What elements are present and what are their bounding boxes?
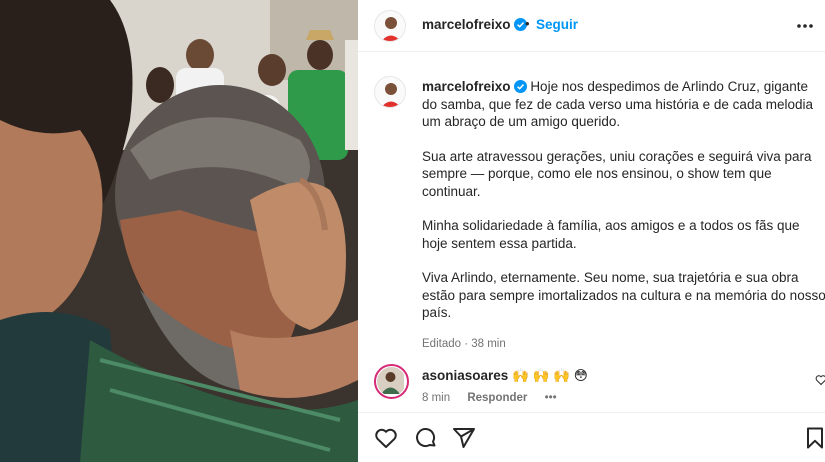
caption-text-3: Minha solidariedade à família, aos amigo…: [422, 218, 800, 251]
post-header: marcelofreixo • Seguir: [358, 0, 825, 52]
follow-button[interactable]: Seguir: [536, 17, 578, 32]
comment-line: asoniasoares 🙌 🙌 🙌 😳: [422, 368, 588, 384]
more-options-icon[interactable]: [795, 17, 815, 35]
header-separator: •: [525, 16, 530, 31]
caption-body: marcelofreixo Hoje nos despedimos de Arl…: [422, 78, 825, 353]
post-side-panel: marcelofreixo • Seguir marcelofreixo Hoj…: [358, 0, 825, 462]
comment-time: 8 min: [422, 392, 451, 404]
author-username[interactable]: marcelofreixo: [422, 17, 527, 32]
bookmark-icon[interactable]: [803, 426, 825, 450]
author-avatar[interactable]: [374, 10, 406, 42]
heart-icon[interactable]: [374, 426, 398, 450]
caption-text-4: Viva Arlindo, eternamente. Seu nome, sua…: [422, 270, 825, 320]
comment-icon[interactable]: [414, 426, 438, 450]
post-action-bar: [358, 412, 825, 462]
comment-like-icon[interactable]: [815, 374, 825, 386]
author-username-text[interactable]: marcelofreixo: [422, 17, 511, 32]
comment-text: 🙌 🙌 🙌 😳: [512, 368, 588, 383]
caption-text-2: Sua arte atravessou gerações, uniu coraç…: [422, 148, 812, 199]
reply-button[interactable]: Responder: [467, 392, 527, 404]
post-photo[interactable]: [0, 0, 358, 462]
comment-more-button[interactable]: •••: [545, 392, 557, 404]
share-icon[interactable]: [452, 426, 476, 450]
caption-paragraph: marcelofreixo Hoje nos despedimos de Arl…: [422, 78, 825, 131]
caption-username[interactable]: marcelofreixo: [422, 79, 511, 94]
caption-meta: Editado · 38 min: [422, 337, 506, 350]
commenter-avatar[interactable]: [374, 364, 409, 399]
comment-meta: 8 min Responder •••: [422, 392, 571, 404]
photo-illustration: [0, 0, 358, 462]
commenter-username[interactable]: asoniasoares: [422, 368, 508, 383]
verified-badge-icon: [513, 80, 527, 93]
caption-author-avatar[interactable]: [374, 76, 406, 108]
